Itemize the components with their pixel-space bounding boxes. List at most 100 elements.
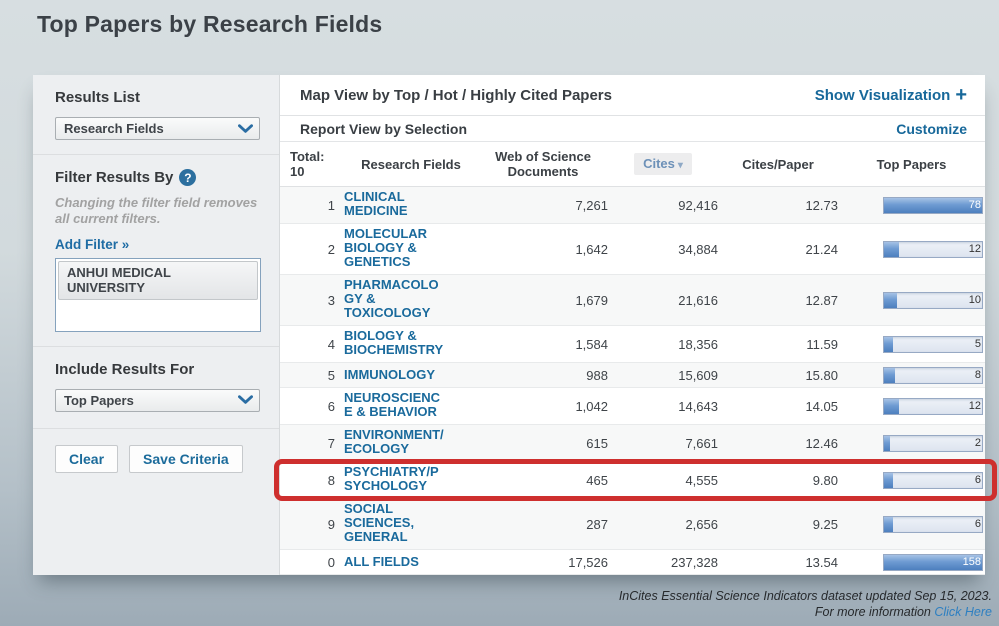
wos-documents-value: 1,584: [478, 337, 608, 352]
cites-per-paper-value: 9.80: [718, 473, 838, 488]
results-list-selected-value: Research Fields: [64, 121, 164, 136]
add-filter-link[interactable]: Add Filter »: [55, 237, 129, 252]
cites-per-paper-value: 13.54: [718, 555, 838, 570]
include-results-select[interactable]: Top Papers: [55, 389, 260, 412]
wos-documents-value: 1,042: [478, 399, 608, 414]
include-results-selected-value: Top Papers: [64, 393, 134, 408]
row-rank: 8: [288, 473, 344, 488]
research-field-link[interactable]: IMMUNOLOGY: [344, 368, 447, 382]
show-visualization-link[interactable]: Show Visualization +: [815, 85, 967, 105]
research-field-link[interactable]: CLINICAL MEDICINE: [344, 190, 447, 218]
table-row: 3PHARMACOLOGY & TOXICOLOGY1,67921,61612.…: [280, 275, 985, 326]
research-field-link[interactable]: ENVIRONMENT/ECOLOGY: [344, 428, 447, 456]
footer-dataset-note: InCites Essential Science Indicators dat…: [619, 589, 992, 605]
row-rank: 3: [288, 293, 344, 308]
report-view-bar: Report View by Selection Customize: [280, 116, 985, 142]
table-row: 7ENVIRONMENT/ECOLOGY6157,66112.462: [280, 425, 985, 462]
top-papers-bar: 12: [883, 398, 983, 415]
top-papers-bar: 2: [883, 435, 983, 452]
top-papers-value: 6: [975, 474, 981, 486]
top-papers-bar-fill: [884, 368, 895, 383]
main-area: Map View by Top / Hot / Highly Cited Pap…: [280, 75, 985, 575]
results-list-select[interactable]: Research Fields: [55, 117, 260, 140]
clear-button[interactable]: Clear: [55, 445, 118, 473]
top-papers-value: 12: [969, 243, 981, 255]
research-field-link[interactable]: NEUROSCIENCE & BEHAVIOR: [344, 391, 447, 419]
cites-value: 14,643: [608, 399, 718, 414]
cites-value: 2,656: [608, 517, 718, 532]
wos-documents-value: 1,642: [478, 242, 608, 257]
table-row: 1CLINICAL MEDICINE7,26192,41612.7378: [280, 187, 985, 224]
row-rank: 6: [288, 399, 344, 414]
save-criteria-button[interactable]: Save Criteria: [129, 445, 243, 473]
include-results-heading: Include Results For: [55, 361, 259, 378]
wos-documents-value: 1,679: [478, 293, 608, 308]
research-field-link[interactable]: SOCIAL SCIENCES, GENERAL: [344, 502, 447, 544]
map-view-bar: Map View by Top / Hot / Highly Cited Pap…: [280, 75, 985, 116]
research-field-link[interactable]: PHARMACOLOGY & TOXICOLOGY: [344, 278, 447, 320]
top-papers-bar-fill: [884, 337, 893, 352]
cites-per-paper-value: 15.80: [718, 368, 838, 383]
cites-value: 4,555: [608, 473, 718, 488]
help-icon[interactable]: ?: [179, 169, 196, 186]
chevron-down-icon: [238, 395, 253, 405]
wos-documents-value: 17,526: [478, 555, 608, 570]
table-row: 9SOCIAL SCIENCES, GENERAL2872,6569.256: [280, 499, 985, 550]
top-papers-bar-fill: [884, 198, 982, 213]
table-row: 0ALL FIELDS 17,526237,32813.54 158: [280, 550, 985, 575]
cites-value: 34,884: [608, 242, 718, 257]
top-papers-value: 8: [975, 369, 981, 381]
top-papers-value: 5: [975, 338, 981, 350]
click-here-link[interactable]: Click Here: [934, 605, 992, 619]
filter-item-selected[interactable]: ANHUI MEDICAL UNIVERSITY: [58, 261, 258, 300]
footer: InCites Essential Science Indicators dat…: [619, 589, 992, 620]
filter-note: Changing the filter field removes all cu…: [55, 195, 265, 228]
column-header-cites[interactable]: Cites▾: [608, 153, 718, 175]
wos-documents-value: 287: [478, 517, 608, 532]
top-papers-bar-fill: [884, 293, 897, 308]
content-panel: Results List Research Fields Filter Resu…: [33, 75, 985, 575]
cites-value: 21,616: [608, 293, 718, 308]
table-row: 5IMMUNOLOGY98815,60915.808: [280, 363, 985, 388]
row-rank: 9: [288, 517, 344, 532]
table-row: 6NEUROSCIENCE & BEHAVIOR1,04214,64314.05…: [280, 388, 985, 425]
top-papers-bar: 158: [883, 554, 983, 571]
filter-listbox[interactable]: ANHUI MEDICAL UNIVERSITY: [55, 258, 261, 332]
column-header-wos-documents[interactable]: Web of Science Documents: [478, 149, 608, 180]
research-field-link[interactable]: MOLECULAR BIOLOGY & GENETICS: [344, 227, 447, 269]
top-papers-bar-fill: [884, 473, 893, 488]
top-papers-value: 2: [975, 437, 981, 449]
top-papers-bar: 8: [883, 367, 983, 384]
top-papers-bar: 10: [883, 292, 983, 309]
sidebar-actions: Clear Save Criteria: [33, 428, 279, 473]
map-view-title: Map View by Top / Hot / Highly Cited Pap…: [300, 87, 612, 104]
research-field-link[interactable]: PSYCHIATRY/PSYCHOLOGY: [344, 465, 447, 493]
top-papers-value: 6: [975, 518, 981, 530]
research-field-link[interactable]: BIOLOGY & BIOCHEMISTRY: [344, 329, 447, 357]
row-rank: 5: [288, 368, 344, 383]
table-body: 1CLINICAL MEDICINE7,26192,41612.7378 2 MOL…: [280, 187, 985, 575]
cites-value: 15,609: [608, 368, 718, 383]
column-header-research-fields[interactable]: Research Fields: [344, 157, 478, 173]
top-papers-value: 12: [969, 400, 981, 412]
wos-documents-value: 465: [478, 473, 608, 488]
sort-descending-icon: ▾: [678, 160, 683, 171]
column-header-cites-per-paper[interactable]: Cites/Paper: [718, 157, 838, 173]
top-papers-bar: 12: [883, 241, 983, 258]
page-title: Top Papers by Research Fields: [37, 11, 382, 38]
top-papers-bar-fill: [884, 517, 893, 532]
top-papers-value: 78: [969, 199, 981, 211]
customize-link[interactable]: Customize: [896, 121, 967, 137]
sidebar: Results List Research Fields Filter Resu…: [33, 75, 280, 575]
total-count: Total: 10: [288, 149, 344, 180]
research-field-link[interactable]: ALL FIELDS: [344, 555, 447, 569]
cites-value: 237,328: [608, 555, 718, 570]
top-papers-bar-fill: [884, 242, 899, 257]
top-papers-bar-fill: [884, 436, 890, 451]
column-header-top-papers[interactable]: Top Papers: [838, 157, 985, 173]
filter-section: Filter Results By ? Changing the filter …: [33, 154, 279, 346]
top-papers-bar: 5: [883, 336, 983, 353]
include-results-section: Include Results For Top Papers: [33, 346, 279, 426]
cites-value: 92,416: [608, 198, 718, 213]
row-rank: 0: [288, 555, 344, 570]
